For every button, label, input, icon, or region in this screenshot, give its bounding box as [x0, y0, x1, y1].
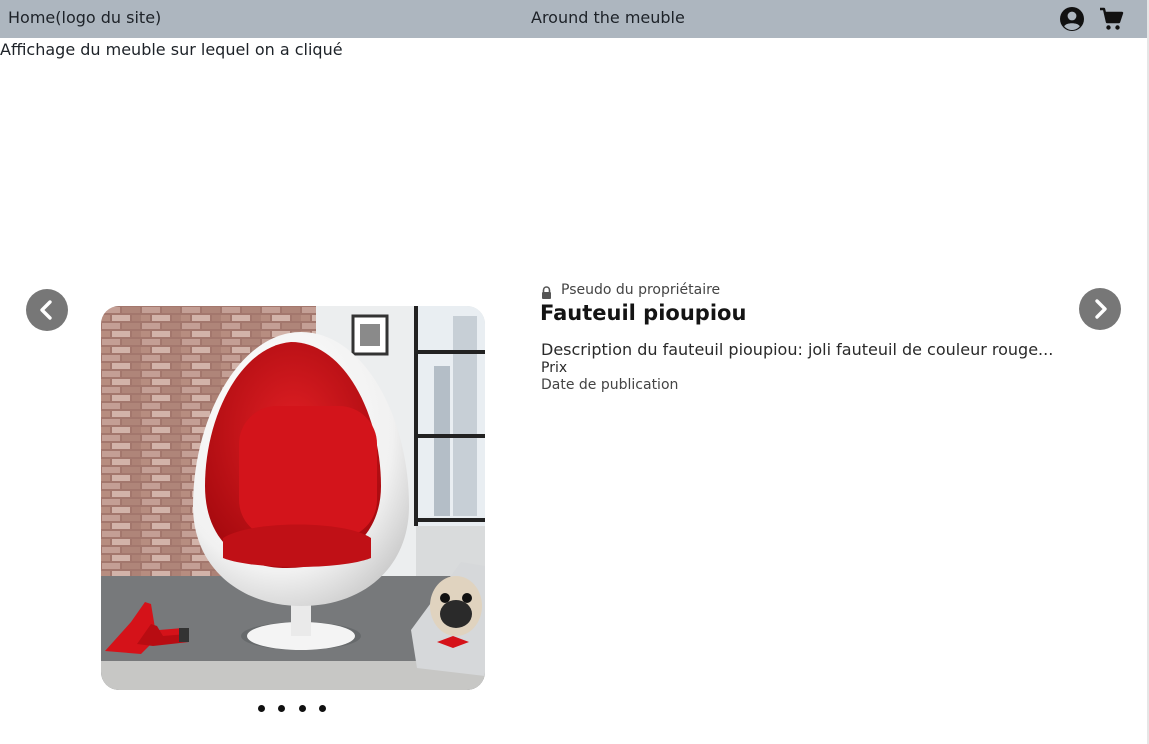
product-title: Fauteuil pioupiou — [540, 301, 747, 325]
carousel-dot[interactable] — [319, 705, 326, 712]
user-circle-icon[interactable] — [1059, 6, 1085, 32]
shopping-cart-icon[interactable] — [1098, 6, 1124, 32]
owner-pseudo[interactable]: Pseudo du propriétaire — [561, 282, 720, 298]
lock-icon — [542, 286, 551, 299]
egg-chair-image — [101, 306, 485, 690]
top-navbar: Home(logo du site) Around the meuble — [0, 0, 1147, 38]
page-subtitle: Affichage du meuble sur lequel on a cliq… — [0, 40, 343, 59]
carousel-dot[interactable] — [299, 705, 306, 712]
publication-date: Date de publication — [541, 377, 679, 393]
site-title: Around the meuble — [531, 8, 685, 27]
product-photo[interactable] — [101, 306, 485, 690]
home-link[interactable]: Home(logo du site) — [8, 8, 161, 27]
carousel-next-button[interactable] — [1079, 288, 1121, 330]
carousel-dot[interactable] — [258, 705, 265, 712]
carousel-prev-button[interactable] — [26, 289, 68, 331]
carousel-dot[interactable] — [278, 705, 285, 712]
product-description: Description du fauteuil pioupiou: joli f… — [541, 340, 1054, 359]
product-price: Prix — [541, 360, 568, 376]
chevron-left-icon — [40, 300, 52, 320]
chevron-right-icon — [1095, 299, 1107, 319]
